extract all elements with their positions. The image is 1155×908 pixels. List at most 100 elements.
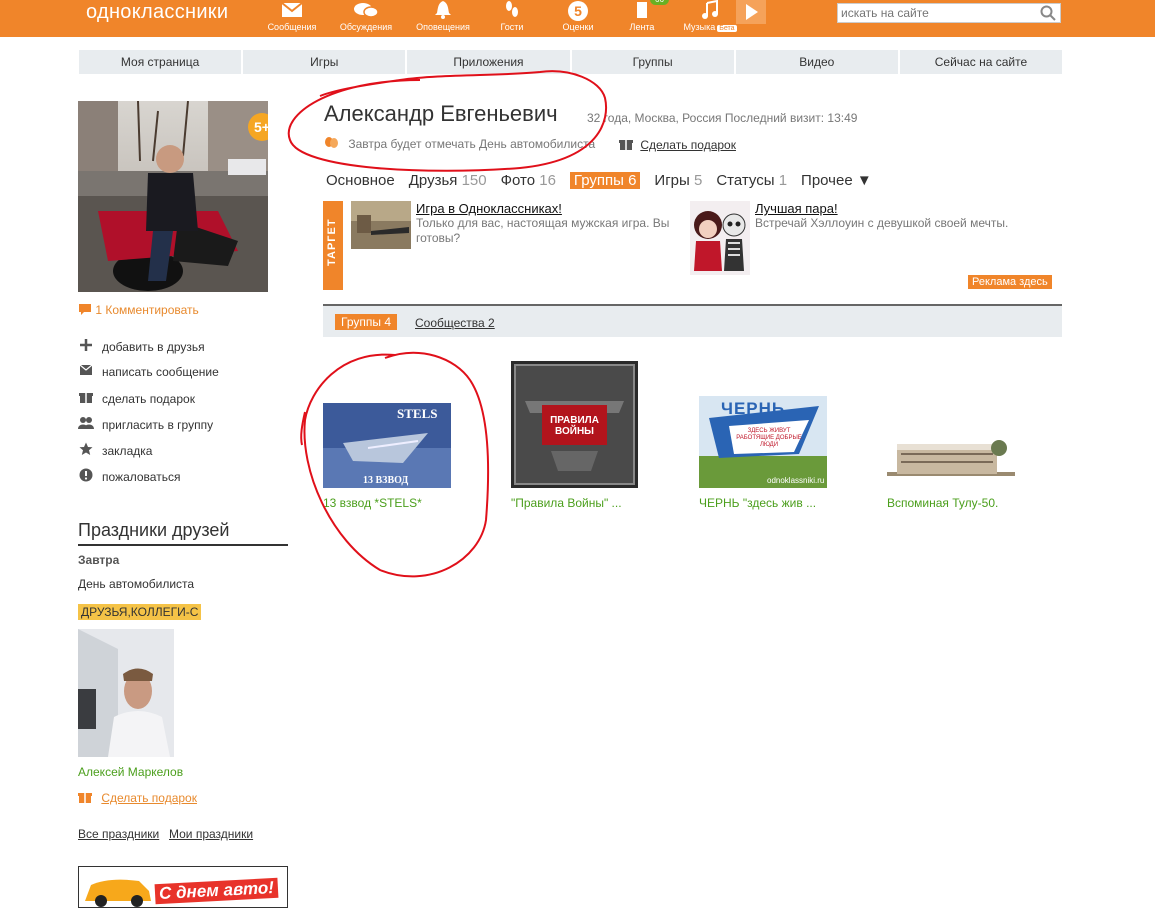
tab-more[interactable]: Прочее ▼ — [801, 172, 872, 189]
play-button[interactable] — [736, 0, 766, 24]
menu-apps[interactable]: Приложения — [407, 50, 570, 74]
footprints-icon — [482, 0, 542, 22]
friend-gift[interactable]: Сделать подарок — [78, 790, 197, 805]
my-holidays-link[interactable]: Мои праздники — [169, 827, 253, 841]
comment-label: 1 Комментировать — [95, 303, 199, 317]
tab-count: 150 — [461, 172, 487, 189]
nav-feed[interactable]: 66 Лента — [612, 0, 672, 33]
action-bookmark[interactable]: закладка — [78, 442, 152, 459]
group-name[interactable]: 13 взвод *STELS* — [323, 496, 422, 510]
subtab-communities[interactable]: Сообщества 2 — [415, 316, 495, 330]
menu-video[interactable]: Видео — [735, 50, 898, 74]
tab-main[interactable]: Основное — [326, 172, 395, 189]
menu-online-now[interactable]: Сейчас на сайте — [899, 50, 1063, 74]
nav-label: Сообщения — [267, 22, 317, 32]
group-image-rules-of-war[interactable]: ПРАВИЛА ВОЙНЫ — [511, 361, 638, 488]
ad-title[interactable]: Игра в Одноклассниках! — [416, 201, 678, 216]
group-image-tula50[interactable] — [887, 430, 1015, 488]
group-image-caption: 13 ВЗВОД — [363, 475, 409, 486]
profile-name: Александр Евгеньевич — [324, 101, 558, 126]
envelope-icon — [262, 0, 322, 22]
nav-label: Обсуждения — [339, 22, 393, 32]
comment-icon — [78, 303, 95, 317]
action-report[interactable]: пожаловаться — [78, 468, 180, 485]
tab-groups[interactable]: Группы 6 — [569, 172, 641, 189]
tab-count: 5 — [693, 172, 703, 189]
subtab-groups[interactable]: Группы 4 — [335, 314, 397, 330]
music-note-icon — [678, 0, 742, 22]
target-label-text: ТАРГЕТ — [326, 218, 338, 266]
search-box — [837, 3, 1061, 23]
nav-notifications[interactable]: Оповещения — [413, 0, 473, 33]
tab-games[interactable]: Игры 5 — [654, 172, 702, 189]
tab-photos[interactable]: Фото 16 — [501, 172, 556, 189]
holiday-note-text: Завтра будет отмечать День автомобилиста — [348, 137, 596, 151]
tab-label: Статусы — [716, 172, 775, 189]
nav-label: Лента — [629, 22, 655, 32]
age-badge: 5+ — [248, 113, 268, 141]
warning-icon — [78, 468, 94, 485]
action-label: закладка — [102, 443, 153, 458]
tab-label: Друзья — [408, 172, 458, 189]
action-label: добавить в друзья — [102, 339, 205, 354]
ad-game[interactable]: Игра в Одноклассниках! Только для вас, н… — [416, 201, 678, 246]
friend-gift-link[interactable]: Сделать подарок — [101, 791, 197, 805]
tab-label: Игры — [654, 172, 690, 189]
tab-count: 6 — [628, 172, 637, 189]
envelope-icon — [78, 364, 94, 379]
group-name[interactable]: ЧЕРНЬ "здесь жив ... — [699, 496, 816, 510]
group-name[interactable]: Вспоминая Тулу-50. — [887, 496, 998, 510]
nav-messages[interactable]: Сообщения — [262, 0, 322, 33]
group-image-caption: ЗДЕСЬ ЖИВУТ РАБОТЯЩИЕ ДОБРЫЕ ЛЮДИ — [736, 428, 802, 448]
holiday-day: Завтра — [78, 553, 120, 567]
action-invite-group[interactable]: пригласить в группу — [78, 416, 213, 433]
make-gift-link[interactable]: Сделать подарок — [640, 138, 736, 152]
ad-image-couple[interactable] — [690, 201, 750, 275]
nav-discussions[interactable]: Обсуждения — [336, 0, 396, 33]
group-image-caption: ПРАВИЛА — [550, 415, 599, 426]
nav-label: Музыка — [683, 22, 716, 32]
plus-icon — [78, 338, 94, 355]
nav-music[interactable]: Музыка Бета — [678, 0, 742, 34]
group-image-stels[interactable]: STELS 13 ВЗВОД — [323, 403, 451, 488]
nav-ratings[interactable]: 5 Оценки — [548, 0, 608, 33]
group-image-chern[interactable]: ЧЕРНЬ ЗДЕСЬ ЖИВУТ РАБОТЯЩИЕ ДОБРЫЕ ЛЮДИ … — [699, 396, 827, 488]
group-image-caption: ВОЙНЫ — [555, 426, 594, 437]
nav-guests[interactable]: Гости — [482, 0, 542, 33]
menu-groups[interactable]: Группы — [571, 50, 734, 74]
ad-image-game[interactable] — [351, 201, 411, 249]
all-holidays-link[interactable]: Все праздники — [78, 827, 159, 841]
ad-text: Только для вас, настоящая мужская игра. … — [416, 216, 670, 245]
make-gift[interactable]: Сделать подарок — [619, 137, 736, 152]
tab-friends[interactable]: Друзья 150 — [409, 172, 487, 189]
gift-icon — [78, 390, 94, 407]
action-add-friend[interactable]: добавить в друзья — [78, 338, 205, 355]
search-input[interactable] — [838, 4, 1039, 22]
profile-avatar[interactable]: 5+ — [78, 101, 268, 292]
action-gift[interactable]: сделать подарок — [78, 390, 195, 407]
tab-count: 1 — [778, 172, 788, 189]
action-label: сделать подарок — [102, 391, 195, 406]
star-icon — [78, 442, 94, 459]
action-send-message[interactable]: написать сообщение — [78, 364, 219, 379]
site-logo[interactable]: одноклассники — [86, 0, 228, 24]
friend-photo[interactable] — [78, 629, 174, 757]
holiday-note: Завтра будет отмечать День автомобилиста — [323, 137, 595, 151]
group-image-watermark: odnoklassniki.ru — [767, 476, 825, 485]
group-name[interactable]: "Правила Войны" ... — [511, 496, 622, 510]
menu-my-page[interactable]: Моя страница — [79, 50, 242, 74]
svg-text:5: 5 — [574, 3, 582, 19]
tab-statuses[interactable]: Статусы 1 — [716, 172, 787, 189]
ad-title[interactable]: Лучшая пара! — [755, 201, 1055, 216]
rating-5-icon: 5 — [548, 0, 608, 22]
comment-link[interactable]: 1 Комментировать — [78, 302, 199, 317]
group-image-caption: ЧЕРНЬ — [721, 399, 786, 418]
search-icon[interactable] — [1040, 5, 1056, 24]
menu-games[interactable]: Игры — [243, 50, 406, 74]
advertise-here-button[interactable]: Реклама здесь — [968, 275, 1052, 289]
ad-couple[interactable]: Лучшая пара! Встречай Хэллоуин с девушко… — [755, 201, 1055, 231]
friend-name[interactable]: Алексей Маркелов — [78, 765, 183, 779]
gift-icon — [78, 791, 95, 805]
balloons-icon — [323, 137, 344, 151]
feed-badge: 66 — [650, 0, 669, 5]
